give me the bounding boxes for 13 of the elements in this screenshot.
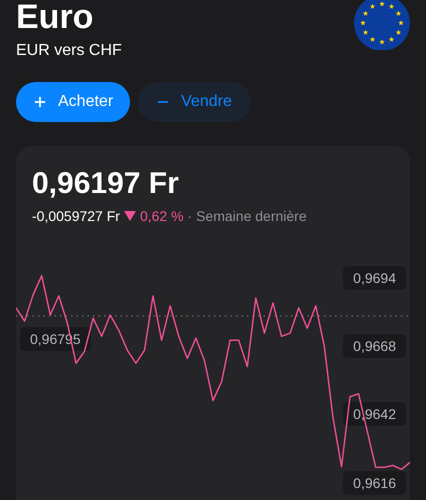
flag-icon	[354, 0, 410, 50]
plus-icon	[34, 96, 46, 108]
sell-button[interactable]: Vendre	[138, 82, 251, 122]
axis-label: 0,9616	[343, 470, 406, 494]
axis-label: 0,9668	[343, 334, 406, 358]
buy-button[interactable]: Acheter	[16, 82, 130, 122]
change-amount: -0,0059727 Fr	[32, 208, 120, 224]
currency-title: Euro	[16, 0, 94, 35]
axis-label: 0,9694	[343, 266, 406, 290]
change-percent: 0,62 %	[140, 208, 184, 224]
price: 0,96197 Fr	[31, 166, 180, 202]
period-label: · Semaine dernière	[188, 208, 307, 224]
currency-pair: EUR vers CHF	[16, 42, 122, 60]
